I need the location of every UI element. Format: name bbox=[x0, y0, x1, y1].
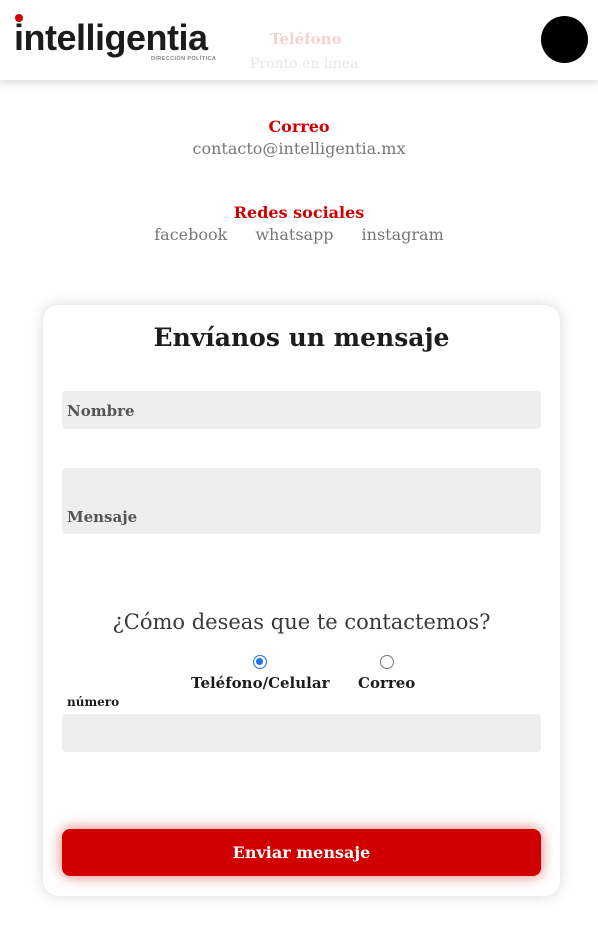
social-links: facebook whatsapp instagram bbox=[0, 225, 598, 244]
option-phone[interactable]: Teléfono/Celular bbox=[191, 655, 329, 692]
name-field[interactable]: Nombre bbox=[62, 391, 541, 429]
contact-form-card: Envíanos un mensaje Nombre Mensaje ¿Cómo… bbox=[43, 305, 560, 896]
email-radio[interactable] bbox=[379, 655, 394, 669]
email-contact-section: Correo contacto@intelligentia.mx bbox=[0, 117, 598, 158]
logo-dot-icon bbox=[15, 14, 23, 22]
email-value[interactable]: contacto@intelligentia.mx bbox=[0, 139, 598, 158]
phone-radio-label[interactable]: Teléfono/Celular bbox=[191, 674, 329, 692]
instagram-link[interactable]: instagram bbox=[362, 225, 444, 244]
message-placeholder: Mensaje bbox=[67, 508, 138, 526]
option-email[interactable]: Correo bbox=[358, 655, 415, 692]
facebook-link[interactable]: facebook bbox=[154, 225, 227, 244]
form-title: Envíanos un mensaje bbox=[153, 323, 450, 352]
whatsapp-link[interactable]: whatsapp bbox=[255, 225, 333, 244]
contact-preference-question: ¿Cómo deseas que te contactemos? bbox=[112, 610, 491, 634]
send-message-button[interactable]: Enviar mensaje bbox=[62, 829, 541, 876]
name-placeholder: Nombre bbox=[67, 402, 135, 420]
message-field[interactable]: Mensaje bbox=[62, 468, 541, 534]
number-label: número bbox=[67, 695, 120, 709]
logo-wordmark: intelligentia bbox=[14, 17, 208, 58]
logo-subtitle: DIRECCIÓN POLÍTICA bbox=[151, 56, 217, 62]
ghost-phone-value: Pronto en línea bbox=[250, 56, 359, 72]
number-field[interactable] bbox=[62, 714, 541, 752]
social-contact-section: Redes sociales facebook whatsapp instagr… bbox=[0, 203, 598, 244]
site-header: intelligentia DIRECCIÓN POLÍTICA Teléfon… bbox=[0, 0, 598, 80]
logo[interactable]: intelligentia DIRECCIÓN POLÍTICA bbox=[14, 14, 229, 66]
menu-button[interactable] bbox=[541, 16, 588, 63]
email-radio-label[interactable]: Correo bbox=[358, 674, 415, 692]
social-title: Redes sociales bbox=[233, 203, 365, 222]
phone-radio[interactable] bbox=[253, 655, 268, 669]
ghost-phone-title: Teléfono bbox=[270, 30, 342, 48]
email-title: Correo bbox=[268, 117, 330, 136]
